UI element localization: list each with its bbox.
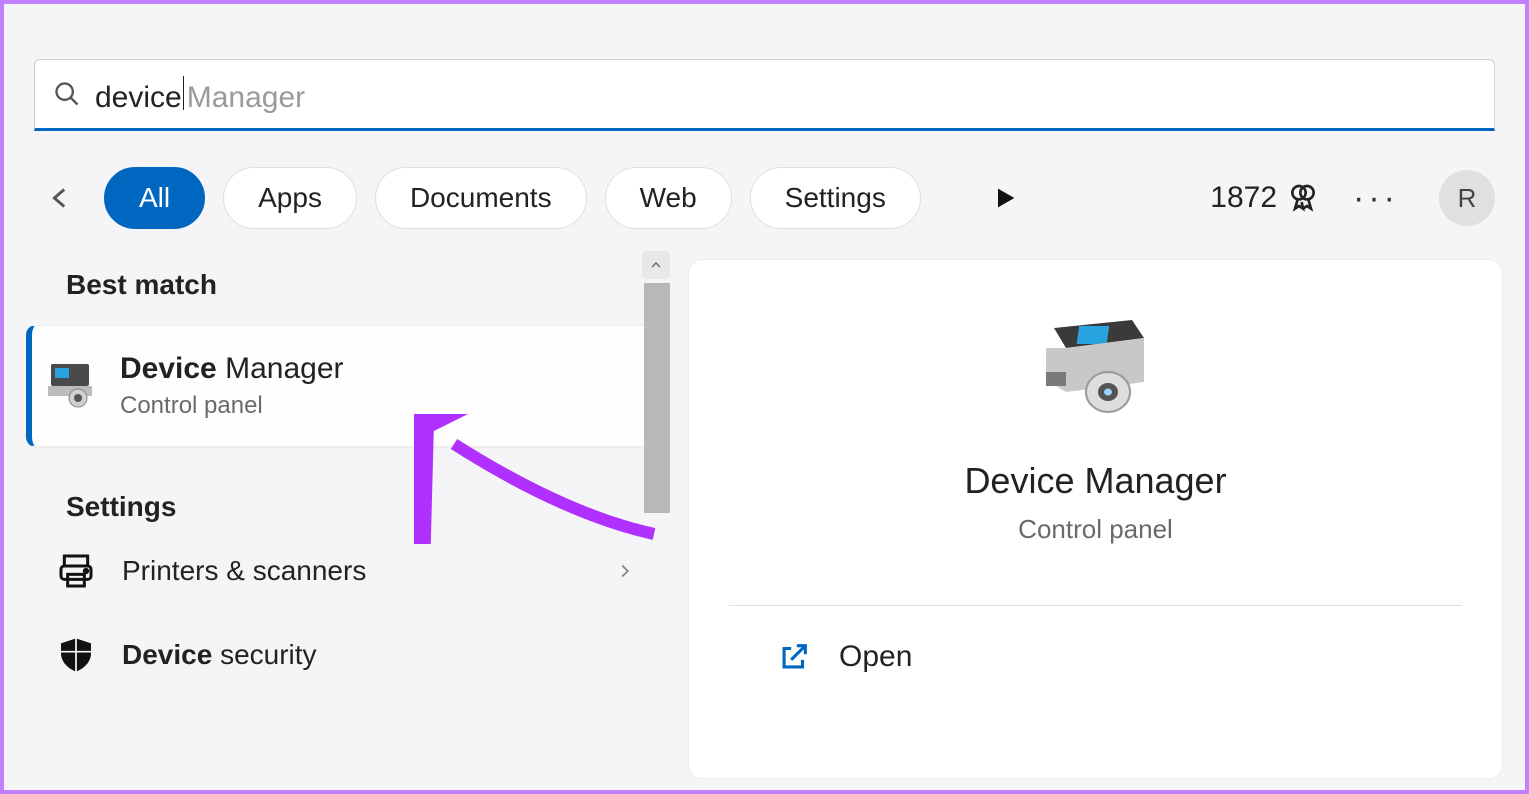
text-cursor — [183, 76, 184, 110]
search-typed-text: device — [95, 81, 182, 115]
back-button[interactable] — [34, 172, 86, 224]
settings-item-printers[interactable]: Printers & scanners — [26, 529, 666, 613]
filter-documents[interactable]: Documents — [375, 167, 587, 229]
scrollbar-thumb[interactable] — [644, 283, 670, 513]
settings-heading: Settings — [26, 481, 666, 529]
filter-apps-label: Apps — [258, 182, 322, 214]
results-panel: Best match Device Manager Control panel … — [26, 259, 666, 779]
device-manager-large-icon — [1036, 320, 1156, 430]
filter-settings-label: Settings — [785, 182, 886, 214]
preview-subtitle: Control panel — [1018, 514, 1173, 545]
open-external-icon — [777, 640, 811, 674]
best-match-heading: Best match — [26, 259, 666, 307]
medal-icon — [1287, 182, 1319, 214]
filter-all-label: All — [139, 182, 170, 214]
result-subtitle: Control panel — [120, 392, 344, 420]
user-avatar[interactable]: R — [1439, 170, 1495, 226]
preview-panel: Device Manager Control panel Open — [688, 259, 1503, 779]
filter-apps[interactable]: Apps — [223, 167, 357, 229]
search-bar[interactable]: device Manager — [34, 59, 1495, 131]
points-value: 1872 — [1210, 181, 1277, 215]
settings-item-device-security[interactable]: Device security — [26, 613, 666, 697]
open-label: Open — [839, 640, 912, 674]
search-suggestion-text: Manager — [187, 81, 305, 115]
scrollbar[interactable] — [644, 283, 670, 743]
result-title: Device Manager — [120, 352, 344, 386]
shield-icon — [56, 635, 96, 675]
search-icon — [53, 80, 81, 108]
printer-icon — [56, 551, 96, 591]
best-match-result[interactable]: Device Manager Control panel — [26, 325, 666, 447]
play-icon[interactable] — [987, 180, 1023, 216]
settings-item-label: Device security — [122, 639, 317, 671]
preview-title: Device Manager — [964, 460, 1226, 502]
scroll-up-button[interactable] — [642, 251, 670, 279]
filter-settings[interactable]: Settings — [750, 167, 921, 229]
filter-documents-label: Documents — [410, 182, 552, 214]
filter-toolbar: All Apps Documents Web Settings 1872 ···… — [34, 167, 1495, 229]
rewards-points[interactable]: 1872 — [1210, 181, 1319, 215]
search-input[interactable]: device Manager — [95, 73, 305, 115]
device-manager-icon — [46, 360, 98, 412]
filter-web-label: Web — [640, 182, 697, 214]
filter-web[interactable]: Web — [605, 167, 732, 229]
more-menu[interactable]: ··· — [1337, 179, 1415, 218]
divider — [729, 605, 1462, 606]
avatar-initial: R — [1458, 183, 1477, 214]
filter-all[interactable]: All — [104, 167, 205, 229]
settings-item-label: Printers & scanners — [122, 555, 366, 587]
chevron-right-icon — [614, 560, 636, 582]
open-action[interactable]: Open — [729, 640, 912, 674]
